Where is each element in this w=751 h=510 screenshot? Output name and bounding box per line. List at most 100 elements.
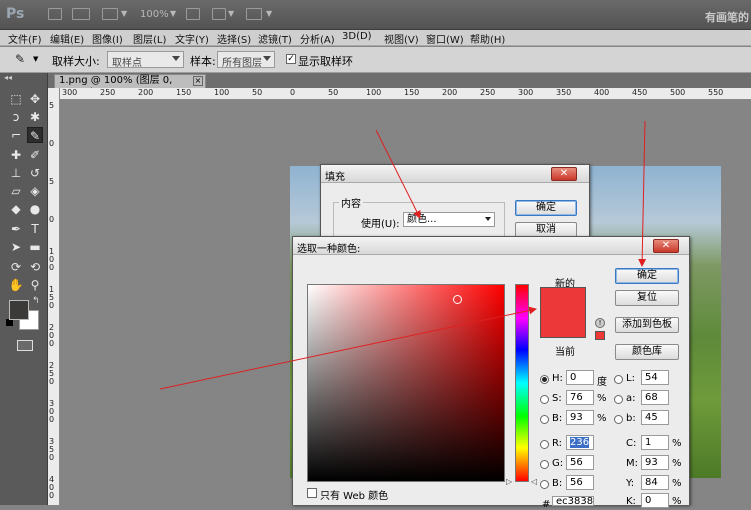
fill-ok-button[interactable]: 确定 xyxy=(515,200,577,216)
use-select[interactable]: 颜色... xyxy=(403,212,495,227)
saturation-input[interactable]: 76 xyxy=(566,390,594,405)
blur-tool-icon[interactable]: ◆ xyxy=(8,201,24,217)
lab-l-radio[interactable] xyxy=(614,375,623,384)
blue-radio[interactable] xyxy=(540,480,549,489)
magic-wand-tool-icon[interactable]: ✱ xyxy=(27,109,43,125)
cyan-input[interactable]: 1 xyxy=(641,435,669,450)
current-color-label: 当前 xyxy=(555,347,575,358)
color-field[interactable] xyxy=(307,284,505,482)
brightness-input[interactable]: 93 xyxy=(566,410,594,425)
menu-file[interactable]: 文件(F) xyxy=(8,31,42,46)
saturation-radio[interactable] xyxy=(540,395,549,404)
menu-select[interactable]: 选择(S) xyxy=(217,31,251,46)
chevron-down-icon[interactable]: ▼ xyxy=(170,9,176,18)
foreground-color-swatch[interactable] xyxy=(9,300,29,320)
menu-analysis[interactable]: 分析(A) xyxy=(300,31,335,46)
menu-edit[interactable]: 编辑(E) xyxy=(50,31,84,46)
chevron-down-icon[interactable]: ▼ xyxy=(33,55,38,63)
red-input[interactable]: 236 xyxy=(566,435,594,450)
magenta-input[interactable]: 93 xyxy=(641,455,669,470)
picker-ok-button[interactable]: 确定 xyxy=(615,268,679,284)
arrange-documents-icon[interactable] xyxy=(212,8,226,20)
dodge-tool-icon[interactable]: ● xyxy=(27,201,43,217)
brightness-radio[interactable] xyxy=(540,415,549,424)
close-icon[interactable]: ✕ xyxy=(551,167,577,181)
move-tool-icon[interactable]: ✥ xyxy=(27,91,43,107)
paint-bucket-tool-icon[interactable]: ◈ xyxy=(27,183,43,199)
brush-tool-icon[interactable]: ✐ xyxy=(27,147,43,163)
screen-mode-icon[interactable] xyxy=(246,8,262,20)
mini-bridge-icon[interactable] xyxy=(72,8,90,20)
menu-view[interactable]: 视图(V) xyxy=(384,31,419,46)
close-icon[interactable]: × xyxy=(193,76,203,86)
blue-input[interactable]: 56 xyxy=(566,475,594,490)
healing-brush-tool-icon[interactable]: ✚ xyxy=(8,147,24,163)
menu-3d[interactable]: 3D(D) xyxy=(342,31,372,42)
hue-slider[interactable] xyxy=(515,284,529,482)
hue-input[interactable]: 0 xyxy=(566,370,594,385)
hand-tool-icon[interactable]: ✋ xyxy=(8,277,24,293)
show-ring-checkbox[interactable]: ✓ xyxy=(286,54,296,64)
green-radio[interactable] xyxy=(540,460,549,469)
black-input[interactable]: 0 xyxy=(641,493,669,508)
chevron-down-icon[interactable]: ▼ xyxy=(266,9,272,18)
hue-slider-left-handle[interactable]: ▷ xyxy=(506,477,512,486)
menu-help[interactable]: 帮助(H) xyxy=(470,31,505,46)
web-colors-only-checkbox[interactable] xyxy=(307,488,317,498)
color-field-marker[interactable] xyxy=(453,295,462,304)
green-input[interactable]: 56 xyxy=(566,455,594,470)
sample-size-select[interactable]: 取样点 xyxy=(107,51,184,69)
marquee-tool-icon[interactable]: ⬚ xyxy=(8,91,24,107)
eraser-tool-icon[interactable]: ▱ xyxy=(8,183,24,199)
default-colors-icon[interactable] xyxy=(6,319,13,326)
view-extras-icon[interactable] xyxy=(102,8,118,20)
lab-b-radio[interactable] xyxy=(614,415,623,424)
menu-type[interactable]: 文字(Y) xyxy=(175,31,209,46)
history-brush-tool-icon[interactable]: ↺ xyxy=(27,165,43,181)
sample-label: 样本: xyxy=(190,55,216,68)
zoom-level[interactable]: 100% xyxy=(140,9,169,20)
document-tab[interactable]: 1.png @ 100% (图层 0, RGB/8) × xyxy=(54,74,206,98)
3d-rotate-tool-icon[interactable]: ⟳ xyxy=(8,259,24,275)
menu-filter[interactable]: 滤镜(T) xyxy=(258,31,292,46)
hand-icon[interactable] xyxy=(186,8,200,20)
hue-slider-right-handle[interactable]: ◁ xyxy=(531,477,537,486)
warning-icon[interactable]: ! xyxy=(595,318,605,328)
close-icon[interactable]: ✕ xyxy=(653,239,679,253)
menu-image[interactable]: 图像(I) xyxy=(92,31,123,46)
ruler-label: 150 xyxy=(176,88,192,97)
ruler-label: 4 0 0 xyxy=(49,475,55,500)
pen-tool-icon[interactable]: ✒ xyxy=(8,221,24,237)
3d-orbit-tool-icon[interactable]: ⟲ xyxy=(27,259,43,275)
menu-layer[interactable]: 图层(L) xyxy=(133,31,166,46)
collapse-icon[interactable]: ◂◂ xyxy=(4,73,12,82)
lab-a-radio[interactable] xyxy=(614,395,623,404)
lab-a-input[interactable]: 68 xyxy=(641,390,669,405)
chevron-down-icon[interactable]: ▼ xyxy=(228,9,234,18)
eyedropper-tool-icon[interactable]: ✎ xyxy=(27,127,43,143)
lab-b-input[interactable]: 45 xyxy=(641,410,669,425)
sample-select[interactable]: 所有图层 xyxy=(217,51,275,69)
color-libraries-button[interactable]: 颜色库 xyxy=(615,344,679,360)
eyedropper-icon[interactable]: ✎ xyxy=(12,51,28,67)
shape-tool-icon[interactable]: ▬ xyxy=(27,239,43,255)
swap-colors-icon[interactable]: ↰ xyxy=(32,296,40,306)
bridge-icon[interactable] xyxy=(48,8,62,20)
zoom-tool-icon[interactable]: ⚲ xyxy=(27,277,43,293)
red-radio[interactable] xyxy=(540,440,549,449)
hue-radio[interactable] xyxy=(540,375,549,384)
quick-mask-icon[interactable] xyxy=(17,340,33,351)
clone-stamp-tool-icon[interactable]: ⊥ xyxy=(8,165,24,181)
add-to-swatches-button[interactable]: 添加到色板 xyxy=(615,317,679,333)
path-selection-tool-icon[interactable]: ➤ xyxy=(8,239,24,255)
type-tool-icon[interactable]: T xyxy=(27,221,43,237)
yellow-input[interactable]: 84 xyxy=(641,475,669,490)
lab-l-input[interactable]: 54 xyxy=(641,370,669,385)
menu-window[interactable]: 窗口(W) xyxy=(426,31,464,46)
lasso-tool-icon[interactable]: ↄ xyxy=(8,109,24,125)
chevron-down-icon[interactable]: ▼ xyxy=(121,9,127,18)
web-safe-swatch[interactable] xyxy=(595,331,605,340)
crop-tool-icon[interactable]: ⌐ xyxy=(8,127,24,143)
picker-reset-button[interactable]: 复位 xyxy=(615,290,679,306)
ruler-label: 2 0 0 xyxy=(49,323,55,348)
